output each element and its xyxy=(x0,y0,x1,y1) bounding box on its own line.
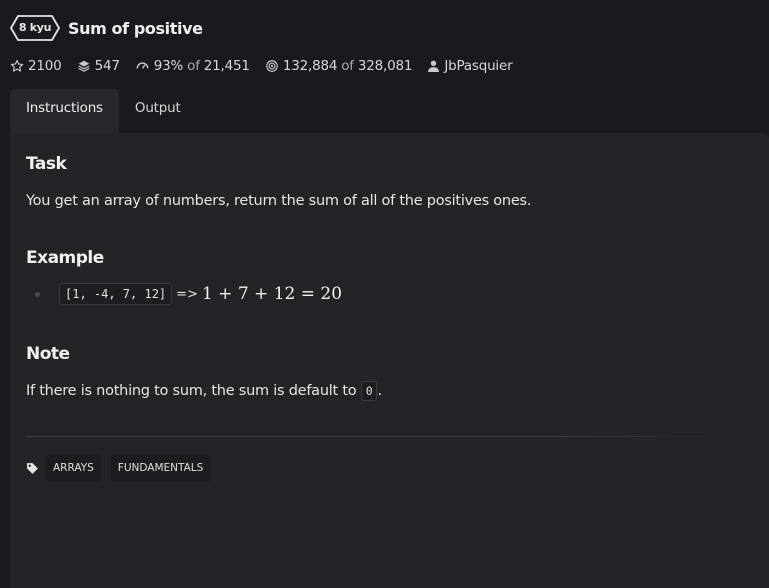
tab-instructions[interactable]: Instructions xyxy=(10,89,119,134)
attempts-count: 328,081 xyxy=(357,58,413,74)
rank-badge: 8 kyu xyxy=(10,14,60,42)
kata-header: 8 kyu Sum of positive xyxy=(10,14,203,42)
collections-count: 547 xyxy=(94,58,120,74)
author-name[interactable]: JbPasquier xyxy=(444,58,512,74)
satisfaction-of: of xyxy=(187,58,200,74)
collections-stat[interactable]: 547 xyxy=(77,58,120,74)
bullet-icon xyxy=(35,291,40,297)
tag-list: ARRAYS FUNDAMENTALS xyxy=(26,454,220,482)
gauge-icon xyxy=(135,59,150,73)
note-heading: Note xyxy=(26,344,70,364)
kata-title: Sum of positive xyxy=(68,18,203,38)
rank-label: 8 kyu xyxy=(18,21,52,34)
satisfaction-votes: 21,451 xyxy=(203,58,250,74)
star-icon xyxy=(10,59,24,73)
example-code: [1, -4, 7, 12] xyxy=(59,283,173,305)
example-arrow: => xyxy=(176,286,198,302)
example-heading: Example xyxy=(26,248,104,268)
completed-stat: 132,884 of 328,081 xyxy=(265,58,413,74)
user-icon xyxy=(427,59,440,73)
note-text: If there is nothing to sum, the sum is d… xyxy=(26,381,382,401)
tag-fundamentals[interactable]: FUNDAMENTALS xyxy=(110,454,211,482)
example-math: 1 + 7 + 12 = 20 xyxy=(201,284,343,304)
kata-stats: 2100 547 93% of 21,451 132,884 of 328,08… xyxy=(10,58,527,74)
satisfaction-percent: 93% xyxy=(153,58,184,74)
instructions-panel: Task You get an array of numbers, return… xyxy=(10,133,769,588)
tag-arrays[interactable]: ARRAYS xyxy=(46,454,101,482)
completed-of: of xyxy=(341,58,354,74)
completed-count: 132,884 xyxy=(282,58,338,74)
satisfaction-stat: 93% of 21,451 xyxy=(135,58,250,74)
task-text: You get an array of numbers, return the … xyxy=(26,193,532,209)
tag-icon xyxy=(26,462,39,475)
author-stat[interactable]: JbPasquier xyxy=(427,58,513,74)
example-list-item: [1, -4, 7, 12] => 1 + 7 + 12 = 20 xyxy=(26,283,342,305)
stars-count: 2100 xyxy=(28,58,62,74)
layers-icon xyxy=(77,59,91,73)
note-text-before: If there is nothing to sum, the sum is d… xyxy=(26,383,357,399)
target-icon xyxy=(265,59,279,73)
divider xyxy=(26,436,736,437)
task-heading: Task xyxy=(26,154,67,174)
tab-output[interactable]: Output xyxy=(119,89,197,127)
stars-stat[interactable]: 2100 xyxy=(10,58,62,74)
tab-bar: Instructions Output xyxy=(10,89,197,134)
note-code: 0 xyxy=(360,381,378,401)
note-text-after: . xyxy=(377,383,382,399)
